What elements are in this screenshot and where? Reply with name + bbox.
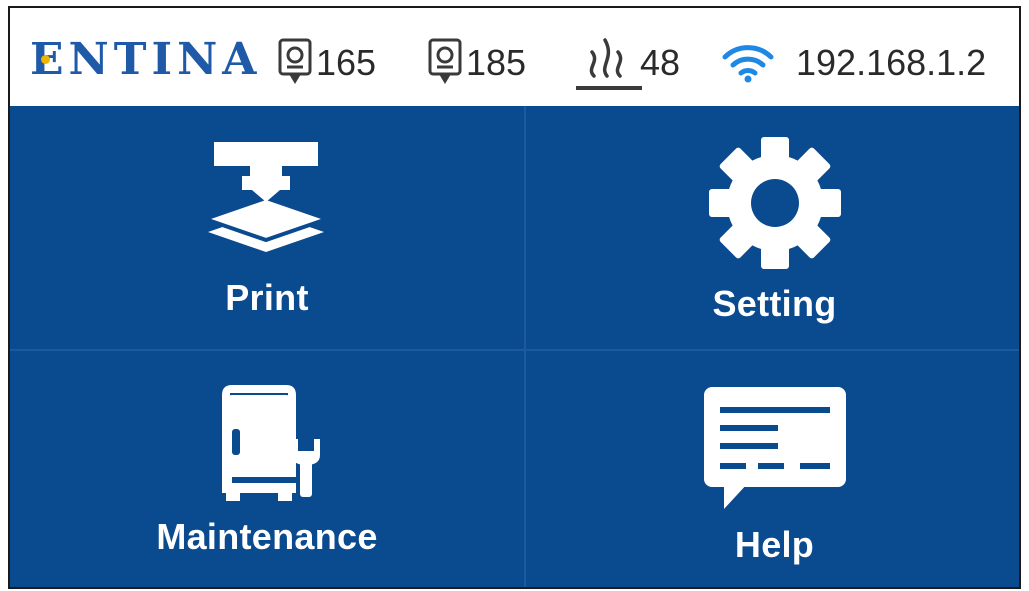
main-menu-grid: Print Setting Maintenance Help bbox=[10, 106, 1019, 587]
network-status: 192.168.1.2 bbox=[722, 38, 986, 88]
bed-temperature: 48 bbox=[572, 38, 681, 90]
ip-address: 192.168.1.2 bbox=[796, 42, 987, 83]
menu-label-help: Help bbox=[734, 524, 815, 565]
print-icon bbox=[202, 136, 332, 271]
nozzle2-temp-value: 185 bbox=[466, 42, 527, 83]
bed-temp-value: 48 bbox=[640, 42, 681, 83]
logo-accent-dot bbox=[41, 54, 50, 64]
menu-label-print: Print bbox=[225, 277, 309, 318]
menu-label-maintenance: Maintenance bbox=[156, 516, 378, 557]
printer-screen: ENTINA 165 185 48 192.168.1.2 Print Sett… bbox=[8, 6, 1021, 589]
nozzle1-temp-value: 165 bbox=[316, 42, 377, 83]
heated-bed-icon bbox=[572, 32, 644, 94]
menu-label-setting: Setting bbox=[712, 283, 837, 324]
maintenance-icon bbox=[202, 381, 332, 516]
brand-logo: ENTINA bbox=[30, 34, 261, 85]
menu-tile-print[interactable]: Print bbox=[10, 106, 524, 349]
menu-tile-maintenance[interactable]: Maintenance bbox=[10, 351, 524, 587]
nozzle2-temperature: 185 bbox=[428, 38, 526, 88]
wifi-icon bbox=[722, 43, 774, 83]
help-chat-icon bbox=[700, 383, 850, 518]
nozzle-icon bbox=[428, 38, 462, 88]
status-bar: ENTINA 165 185 48 192.168.1.2 bbox=[10, 8, 1019, 106]
gear-icon bbox=[706, 134, 844, 277]
logo-text: ENTINA bbox=[30, 33, 262, 85]
nozzle1-temperature: 165 bbox=[278, 38, 376, 88]
menu-tile-help[interactable]: Help bbox=[526, 351, 1019, 587]
nozzle-icon bbox=[278, 38, 312, 88]
menu-tile-setting[interactable]: Setting bbox=[526, 106, 1019, 349]
